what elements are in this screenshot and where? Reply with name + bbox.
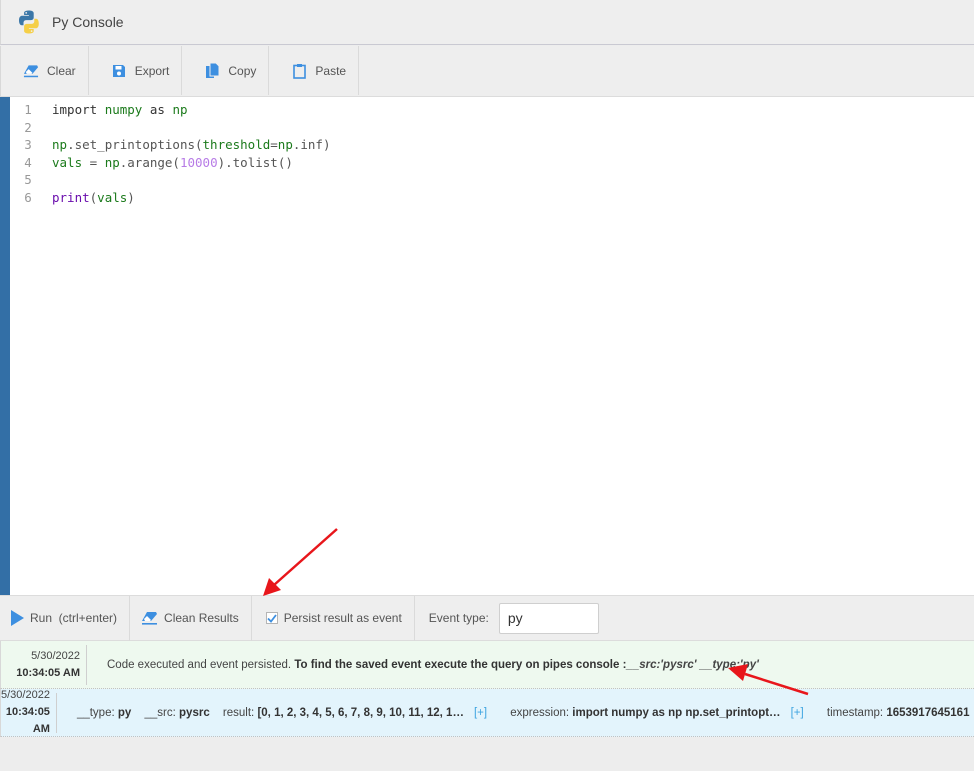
result-timestamp: 5/30/2022 10:34:05 AM: [1, 644, 87, 685]
title-bar: Py Console: [0, 0, 974, 45]
code-text: print(vals): [52, 189, 135, 205]
code-line: 4 vals = np.arange(10000).tolist(): [10, 154, 331, 172]
toolbar: Clear Export Copy Paste: [0, 46, 974, 96]
code-text: np.set_printoptions(threshold=np.inf): [52, 137, 331, 152]
results-list: 5/30/2022 10:34:05 AM Code executed and …: [0, 641, 974, 737]
play-icon: [11, 610, 24, 626]
result-row: 5/30/2022 10:34:05 AM Code executed and …: [0, 641, 974, 689]
line-number: 2: [24, 119, 32, 135]
copy-icon: [204, 62, 220, 79]
query-text: __src:'pysrc' __type:'py': [626, 658, 759, 671]
event-type-label: Event type:: [428, 611, 489, 625]
result-row: 5/30/2022 10:34:05 AM __type: py __src: …: [0, 689, 974, 737]
result-message: Code executed and event persisted. To fi…: [107, 658, 759, 671]
line-number: 6: [24, 189, 32, 205]
paste-button[interactable]: Paste: [269, 46, 360, 95]
eraser-icon: [141, 611, 158, 625]
code-line: 2: [10, 119, 331, 137]
code-line: 1 import numpy as np: [10, 101, 331, 119]
code-line: 5: [10, 171, 331, 189]
expand-expression-button[interactable]: [+]: [791, 707, 804, 719]
field-type: __type: py: [76, 706, 132, 719]
field-src: __src: pysrc: [144, 706, 210, 719]
expand-result-button[interactable]: [+]: [474, 707, 487, 719]
code-line: 6 print(vals): [10, 189, 331, 207]
line-number: 5: [24, 172, 32, 187]
line-number: 1: [24, 102, 32, 117]
persist-result-checkbox[interactable]: Persist result as event: [252, 595, 415, 641]
code-lines: 1 import numpy as np 2 3 np.set_printoptio…: [10, 101, 331, 207]
clipboard-icon: [291, 63, 307, 79]
run-button[interactable]: Run (ctrl+enter): [0, 595, 131, 641]
result-timestamp: 5/30/2022 10:34:05 AM: [1, 689, 57, 735]
checkbox[interactable]: [265, 612, 278, 624]
python-logo-icon: [19, 10, 39, 34]
copy-button[interactable]: Copy: [182, 46, 270, 95]
checkmark-icon: [267, 613, 277, 623]
event-type-input[interactable]: [498, 602, 599, 634]
code-text: vals = np.arange(10000).tolist(): [52, 154, 293, 170]
line-number: 4: [24, 154, 32, 170]
run-bar: Run (ctrl+enter) Clean Results Persist r…: [0, 595, 974, 641]
field-expression: expression: import numpy as np np.set_pr…: [510, 706, 781, 719]
field-timestamp: timestamp: 1653917645161: [826, 706, 970, 719]
clean-results-button[interactable]: Clean Results: [130, 595, 252, 641]
save-icon: [111, 63, 127, 79]
event-type-field: Event type:: [415, 602, 599, 634]
export-button[interactable]: Export: [89, 46, 183, 95]
line-number: 3: [24, 137, 32, 152]
app-title: Py Console: [52, 14, 124, 30]
editor-gutter-bar: [0, 97, 10, 595]
result-fields: __type: py __src: pysrc result: [0, 1, 2…: [57, 707, 974, 719]
code-editor[interactable]: 1 import numpy as np 2 3 np.set_printoptio…: [0, 96, 974, 595]
clear-button[interactable]: Clear: [1, 46, 89, 95]
code-text: import numpy as np: [52, 102, 188, 117]
code-line: 3 np.set_printoptions(threshold=np.inf): [10, 136, 331, 154]
eraser-icon: [23, 63, 39, 79]
field-result: result: [0, 1, 2, 3, 4, 5, 6, 7, 8, 9, 1…: [222, 706, 464, 719]
